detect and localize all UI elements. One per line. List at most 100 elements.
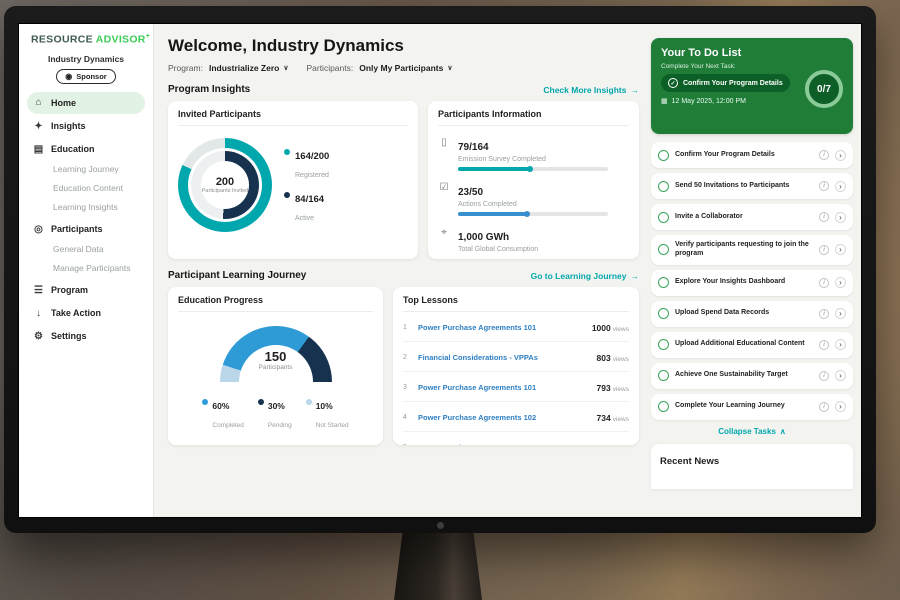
task-row[interactable]: Upload Spend Data Records i › xyxy=(651,301,853,327)
info-icon[interactable]: i xyxy=(819,150,829,160)
task-row[interactable]: Complete Your Learning Journey i › xyxy=(651,394,853,420)
task-label: Explore Your Insights Dashboard xyxy=(675,278,813,287)
sponsor-badge[interactable]: ◉ Sponsor xyxy=(56,69,115,84)
task-label: Upload Spend Data Records xyxy=(675,309,813,318)
lesson-link[interactable]: Power Purchase Agreements 101 xyxy=(418,383,590,392)
sidebar-item-insights[interactable]: ✦ Insights xyxy=(19,116,153,137)
task-label: Upload Additional Educational Content xyxy=(675,340,813,349)
legend-dot-teal xyxy=(284,149,290,155)
lesson-views: 600 xyxy=(597,443,611,445)
chevron-right-icon[interactable]: › xyxy=(835,308,846,319)
sidebar-item-settings[interactable]: ⚙ Settings xyxy=(19,326,153,347)
info-icon[interactable]: i xyxy=(819,309,829,319)
task-checkbox[interactable] xyxy=(658,308,669,319)
chevron-right-icon[interactable]: › xyxy=(835,370,846,381)
task-row[interactable]: Upload Additional Educational Content i … xyxy=(651,332,853,358)
program-filter-value: Industrialize Zero xyxy=(209,63,279,73)
sidebar-item-learning-journey[interactable]: Learning Journey xyxy=(19,160,153,179)
chevron-right-icon[interactable]: › xyxy=(835,181,846,192)
registered-value: 164/200 xyxy=(295,151,329,162)
sidebar-item-label: Settings xyxy=(51,331,87,341)
task-row[interactable]: Invite a Collaborator i › xyxy=(651,204,853,230)
lesson-number: 4 xyxy=(403,414,411,421)
chevron-right-icon[interactable]: › xyxy=(835,150,846,161)
lesson-row[interactable]: 4 Power Purchase Agreements 102 734views xyxy=(403,401,629,431)
monitor-stand xyxy=(394,530,482,600)
info-value: 23/50 xyxy=(458,187,483,198)
task-row[interactable]: Verify participants requesting to join t… xyxy=(651,235,853,265)
main-content: Welcome, Industry Dynamics Program: Indu… xyxy=(154,24,651,517)
donut-center-label: Participants Invited xyxy=(202,188,248,195)
sidebar-item-learning-insights[interactable]: Learning Insights xyxy=(19,198,153,217)
check-more-insights-link[interactable]: Check More Insights → xyxy=(543,85,639,95)
recent-news-title: Recent News xyxy=(660,456,719,467)
info-icon[interactable]: i xyxy=(819,278,829,288)
task-label: Invite a Collaborator xyxy=(675,213,813,222)
sidebar-item-program[interactable]: ☰ Program xyxy=(19,280,153,301)
lesson-views-label: views xyxy=(613,356,629,363)
task-row[interactable]: Explore Your Insights Dashboard i › xyxy=(651,270,853,296)
lesson-number: 5 xyxy=(403,444,411,446)
task-row[interactable]: Achieve One Sustainability Target i › xyxy=(651,363,853,389)
task-row[interactable]: Confirm Your Program Details i › xyxy=(651,142,853,168)
task-checkbox[interactable] xyxy=(658,277,669,288)
sidebar-item-label: Learning Journey xyxy=(53,164,119,174)
sidebar-item-label: Home xyxy=(51,98,76,108)
lesson-number: 3 xyxy=(403,384,411,391)
lesson-row[interactable]: 5 Power Purchase Agreements 103 600views xyxy=(403,431,629,445)
recent-news-card: Recent News xyxy=(651,444,853,489)
task-checkbox[interactable] xyxy=(658,244,669,255)
task-row[interactable]: Send 50 Invitations to Participants i › xyxy=(651,173,853,199)
chevron-down-icon: ∨ xyxy=(447,64,452,72)
task-checkbox[interactable] xyxy=(658,212,669,223)
next-task-pill[interactable]: ✓ Confirm Your Program Details xyxy=(661,74,790,92)
program-filter-dropdown[interactable]: Industrialize Zero ∨ xyxy=(209,63,289,73)
info-icon[interactable]: i xyxy=(819,402,829,412)
info-icon[interactable]: i xyxy=(819,212,829,222)
collapse-tasks-link[interactable]: Collapse Tasks ∧ xyxy=(651,427,853,436)
task-checkbox[interactable] xyxy=(658,339,669,350)
lesson-link[interactable]: Power Purchase Agreements 101 xyxy=(418,323,585,332)
lesson-link[interactable]: Power Purchase Agreements 102 xyxy=(418,413,590,422)
section-title-learning-journey: Participant Learning Journey xyxy=(168,270,306,281)
task-checkbox[interactable] xyxy=(658,370,669,381)
lesson-link[interactable]: Power Purchase Agreements 103 xyxy=(418,443,590,446)
calendar-icon: ▦ xyxy=(661,97,668,105)
education-icon: ▤ xyxy=(33,144,44,155)
info-icon[interactable]: i xyxy=(819,181,829,191)
chevron-right-icon[interactable]: › xyxy=(835,339,846,350)
sidebar-item-participants[interactable]: ◎ Participants xyxy=(19,219,153,240)
lesson-views-label: views xyxy=(613,416,629,423)
go-to-learning-journey-link[interactable]: Go to Learning Journey → xyxy=(531,271,639,281)
info-icon[interactable]: i xyxy=(819,245,829,255)
task-checkbox[interactable] xyxy=(658,150,669,161)
chevron-right-icon[interactable]: › xyxy=(835,401,846,412)
lesson-link[interactable]: Financial Considerations - VPPAs xyxy=(418,353,590,362)
lesson-row[interactable]: 1 Power Purchase Agreements 101 1000view… xyxy=(403,312,629,341)
brand-resource: RESOURCE xyxy=(31,34,93,46)
info-label: Total Global Consumption xyxy=(458,246,538,253)
top-lessons-card: Top Lessons 1 Power Purchase Agreements … xyxy=(393,287,639,445)
sidebar-item-education-content[interactable]: Education Content xyxy=(19,179,153,198)
lesson-row[interactable]: 3 Power Purchase Agreements 101 793views xyxy=(403,371,629,401)
sidebar-item-label: Program xyxy=(51,285,88,295)
participants-filter-dropdown[interactable]: Only My Participants ∨ xyxy=(359,63,452,73)
sidebar-item-home[interactable]: ⌂ Home xyxy=(27,92,145,114)
info-icon[interactable]: i xyxy=(819,340,829,350)
home-icon: ⌂ xyxy=(33,97,44,108)
chevron-right-icon[interactable]: › xyxy=(835,212,846,223)
sidebar-item-education[interactable]: ▤ Education xyxy=(19,139,153,160)
sidebar-item-take-action[interactable]: ↓ Take Action xyxy=(19,303,153,324)
lesson-row[interactable]: 2 Financial Considerations - VPPAs 803vi… xyxy=(403,341,629,371)
sidebar-item-general-data[interactable]: General Data xyxy=(19,240,153,259)
chevron-right-icon[interactable]: › xyxy=(835,277,846,288)
task-checkbox[interactable] xyxy=(658,181,669,192)
sidebar-item-manage-participants[interactable]: Manage Participants xyxy=(19,259,153,278)
info-icon[interactable]: i xyxy=(819,371,829,381)
legend-pending: 30% Pending xyxy=(258,396,292,432)
donut-center: 200 Participants Invited xyxy=(201,161,249,209)
chevron-right-icon[interactable]: › xyxy=(835,244,846,255)
sidebar-item-label: Learning Insights xyxy=(53,202,118,212)
task-checkbox[interactable] xyxy=(658,401,669,412)
sidebar-item-label: Insights xyxy=(51,121,86,131)
